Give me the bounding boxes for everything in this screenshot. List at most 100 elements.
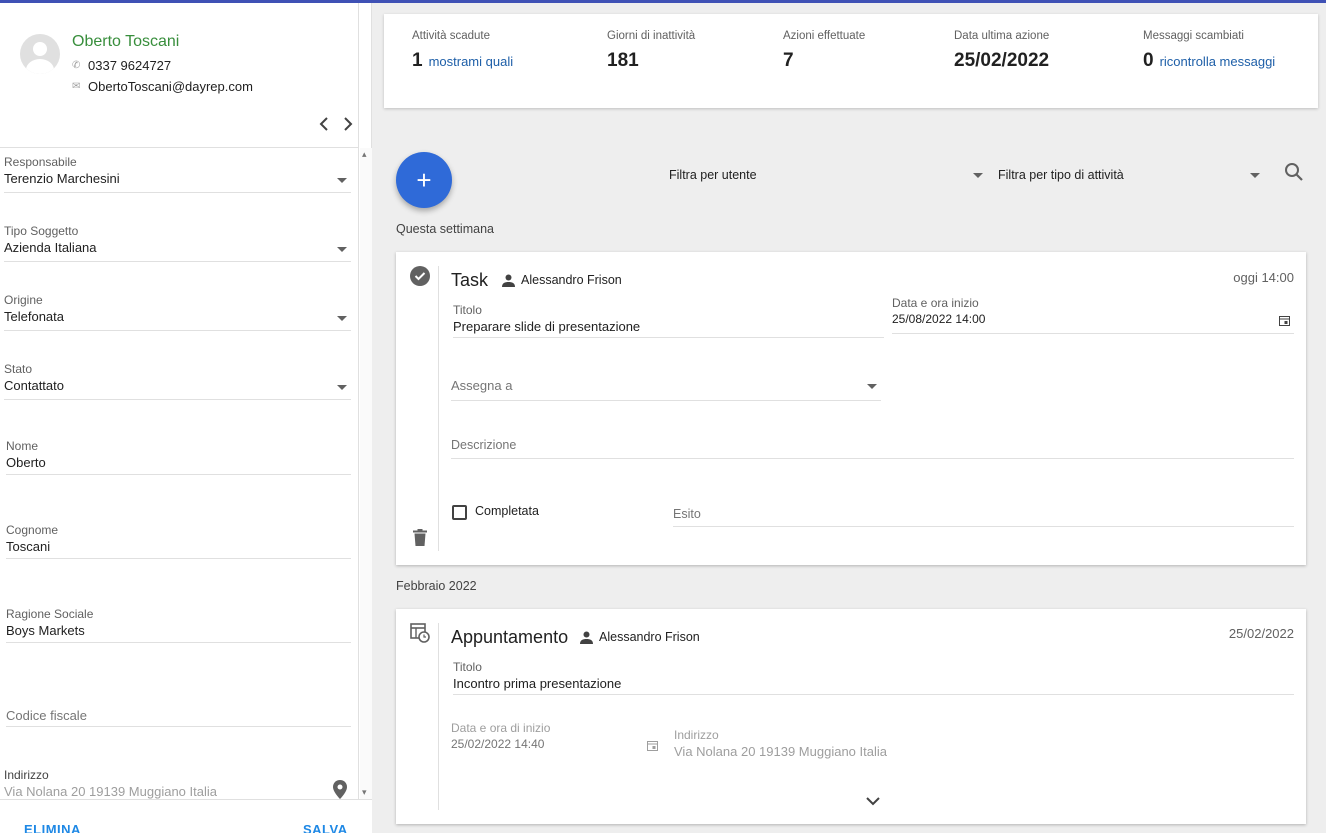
email-icon: ✉	[72, 81, 81, 92]
stats-bar: Attività scadute 1 mostrami quali Giorni …	[384, 14, 1318, 108]
search-icon[interactable]	[1284, 162, 1304, 182]
check-circle-icon[interactable]	[410, 266, 430, 286]
description-placeholder: Descrizione	[451, 438, 517, 452]
stat-inactivity: Giorni di inattività 181	[607, 30, 695, 72]
stat-value: 7	[783, 50, 794, 71]
stat-label: Attività scadute	[412, 30, 490, 42]
outcome-field[interactable]: Esito	[673, 507, 1294, 527]
contact-name[interactable]: Oberto Toscani	[72, 33, 179, 51]
stat-label: Giorni di inattività	[607, 30, 696, 42]
contact-actions: ELIMINA SALVA	[0, 799, 372, 833]
trash-icon[interactable]	[413, 529, 427, 546]
appointment-title-field[interactable]: Titolo Incontro prima presentazione	[453, 660, 1294, 695]
origine-label: Origine	[4, 293, 43, 307]
indirizzo-label: Indirizzo	[4, 768, 49, 782]
stat-label: Data ultima azione	[954, 30, 1050, 42]
filter-type-select[interactable]: Filtra per tipo di attività	[998, 168, 1124, 182]
appointment-title-label: Titolo	[453, 660, 482, 674]
appointment-start-field[interactable]: Data e ora di inizio 25/02/2022 14:40	[451, 721, 661, 755]
task-title-label: Titolo	[453, 303, 482, 317]
assign-to-placeholder: Assegna a	[451, 378, 513, 393]
nome-field[interactable]: Nome Oberto	[6, 439, 351, 475]
contact-panel: Oberto Toscani ✆ 0337 9624727 ✉ ObertoTo…	[0, 3, 372, 833]
nome-value: Oberto	[6, 455, 46, 470]
stat-value: 1	[412, 50, 423, 71]
chevron-down-icon[interactable]	[866, 797, 880, 806]
recheck-messages-link[interactable]: ricontrolla messaggi	[1160, 54, 1276, 69]
appointment-start-label: Data e ora di inizio	[451, 721, 551, 735]
contact-email[interactable]: ObertoToscani@dayrep.com	[88, 79, 253, 94]
stato-select[interactable]: Stato Contattato	[4, 362, 351, 400]
tipo-soggetto-select[interactable]: Tipo Soggetto Azienda Italiana	[4, 224, 351, 262]
appointment-address-label: Indirizzo	[674, 728, 719, 742]
task-type: Task	[451, 270, 489, 290]
task-start-value: 25/08/2022 14:00	[892, 312, 986, 326]
task-user: Alessandro Frison	[502, 273, 622, 287]
responsabile-label: Responsabile	[4, 155, 77, 169]
person-icon	[502, 274, 515, 287]
filter-user-select[interactable]: Filtra per utente	[669, 168, 757, 182]
appointment-card: Appuntamento Alessandro Frison 25/02/202…	[396, 609, 1306, 824]
calendar-icon[interactable]	[1279, 315, 1290, 326]
stat-label: Messaggi scambiati	[1143, 30, 1244, 42]
dropdown-arrow-icon[interactable]	[1250, 173, 1260, 178]
save-button[interactable]: SALVA	[303, 822, 348, 833]
stato-label: Stato	[4, 362, 33, 376]
task-start-field[interactable]: Data e ora inizio 25/08/2022 14:00	[892, 296, 1294, 334]
plus-icon: +	[416, 164, 432, 195]
section-this-week: Questa settimana	[396, 222, 494, 236]
cognome-field[interactable]: Cognome Toscani	[6, 523, 351, 559]
scroll-up-icon[interactable]: ▴	[362, 149, 367, 160]
tipo-soggetto-value: Azienda Italiana	[4, 240, 97, 255]
origine-value: Telefonata	[4, 309, 64, 324]
nome-label: Nome	[6, 439, 39, 453]
task-title-field[interactable]: Titolo Preparare slide di presentazione	[453, 303, 884, 338]
contact-form-scroll[interactable]: Oberto Toscani ✆ 0337 9624727 ✉ ObertoTo…	[0, 3, 359, 799]
show-overdue-link[interactable]: mostrami quali	[429, 54, 514, 69]
section-feb-2022: Febbraio 2022	[396, 579, 477, 593]
stat-messages: Messaggi scambiati 0 ricontrolla messaggi	[1143, 30, 1275, 72]
responsabile-value: Terenzio Marchesini	[4, 171, 120, 186]
scrollbar[interactable]	[360, 148, 372, 799]
stat-value: 25/02/2022	[954, 50, 1050, 71]
appointment-address-value: Via Nolana 20 19139 Muggiano Italia	[674, 744, 887, 759]
appointment-type: Appuntamento	[451, 627, 569, 647]
completed-checkbox[interactable]	[452, 505, 467, 520]
dropdown-arrow-icon	[867, 384, 877, 389]
ragione-sociale-field[interactable]: Ragione Sociale Boys Markets	[6, 607, 351, 643]
appointment-title-value: Incontro prima presentazione	[453, 676, 622, 691]
description-field[interactable]: Descrizione	[451, 438, 1294, 459]
calendar-icon[interactable]	[647, 740, 658, 751]
delete-button[interactable]: ELIMINA	[24, 822, 81, 833]
dropdown-arrow-icon[interactable]	[973, 173, 983, 178]
appointment-start-value: 25/02/2022 14:40	[451, 737, 545, 751]
assign-to-select[interactable]: Assegna a	[451, 378, 881, 401]
origine-select[interactable]: Origine Telefonata	[4, 293, 351, 331]
dropdown-arrow-icon	[337, 247, 347, 252]
contact-header: Oberto Toscani ✆ 0337 9624727 ✉ ObertoTo…	[0, 3, 358, 148]
indirizzo-value: Via Nolana 20 19139 Muggiano Italia	[4, 784, 217, 799]
ragione-sociale-value: Boys Markets	[6, 623, 85, 638]
task-start-label: Data e ora inizio	[892, 296, 979, 310]
appointment-address-field[interactable]: Indirizzo Via Nolana 20 19139 Muggiano I…	[674, 728, 1074, 762]
appointment-user-name: Alessandro Frison	[599, 630, 700, 644]
dropdown-arrow-icon	[337, 178, 347, 183]
appointment-when: 25/02/2022	[1228, 626, 1294, 641]
codice-fiscale-placeholder: Codice fiscale	[6, 708, 87, 723]
codice-fiscale-field[interactable]: Codice fiscale	[6, 707, 351, 727]
add-activity-button[interactable]: +	[396, 152, 452, 208]
chevron-left-icon[interactable]	[318, 117, 330, 131]
avatar	[20, 34, 60, 74]
dropdown-arrow-icon	[337, 316, 347, 321]
phone-icon: ✆	[72, 60, 81, 71]
scroll-down-icon[interactable]: ▾	[362, 787, 367, 798]
chevron-right-icon[interactable]	[342, 117, 354, 131]
appointment-user: Alessandro Frison	[580, 630, 700, 644]
event-schedule-icon[interactable]	[410, 623, 430, 643]
contact-phone[interactable]: 0337 9624727	[88, 58, 171, 73]
card-rail	[438, 266, 439, 551]
indirizzo-field[interactable]: Indirizzo Via Nolana 20 19139 Muggiano I…	[4, 768, 351, 799]
location-pin-icon[interactable]	[333, 780, 347, 799]
stat-actions: Azioni effettuate 7	[783, 30, 865, 72]
responsabile-select[interactable]: Responsabile Terenzio Marchesini	[4, 155, 351, 193]
